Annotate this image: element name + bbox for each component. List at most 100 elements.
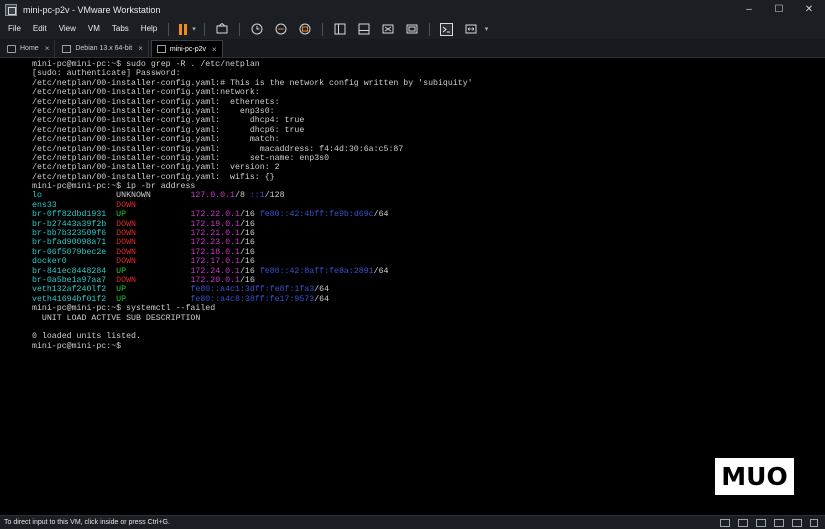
terminal-text: /16 bbox=[239, 257, 255, 267]
cd-dvd-icon[interactable] bbox=[738, 519, 748, 527]
terminal-line: [sudo: authenticate] Password: bbox=[32, 69, 473, 78]
close-button[interactable]: ✕ bbox=[794, 0, 824, 19]
snapshot-manager-icon[interactable] bbox=[296, 20, 314, 38]
terminal-text: ens33 bbox=[32, 200, 117, 210]
terminal-line: lo UNKNOWN 127.0.0.1/8 ::1/128 bbox=[32, 191, 473, 200]
terminal-text: DOWN bbox=[116, 219, 191, 229]
message-log-icon[interactable] bbox=[810, 519, 818, 527]
pause-vm-icon[interactable] bbox=[177, 23, 190, 36]
toolbar-separator bbox=[428, 22, 430, 36]
menu-view[interactable]: View bbox=[53, 19, 82, 39]
terminal-line: br-b27443a39f2b DOWN 172.19.0.1/16 bbox=[32, 220, 473, 229]
terminal-text: 172.22.0.1 bbox=[190, 210, 240, 220]
network-adapter-icon[interactable] bbox=[756, 519, 766, 527]
tab-mini-pc-p2v[interactable]: mini-pc-p2v × bbox=[150, 40, 223, 57]
terminal-line: /etc/netplan/00-installer-config.yaml:# … bbox=[32, 79, 473, 88]
terminal-text: /16 bbox=[239, 210, 260, 220]
terminal-line: mini-pc@mini-pc:~$ sudo grep -R . /etc/n… bbox=[32, 60, 473, 69]
terminal-text: mini-pc@mini-pc:~$ ip -br address bbox=[32, 182, 196, 192]
terminal-line: /etc/netplan/00-installer-config.yaml: w… bbox=[32, 173, 473, 182]
terminal-line: UNIT LOAD ACTIVE SUB DESCRIPTION bbox=[32, 314, 473, 323]
terminal-text: /etc/netplan/00-installer-config.yaml: m… bbox=[32, 135, 280, 145]
toolbar-separator bbox=[238, 22, 240, 36]
terminal-text: 172.18.0.1 bbox=[190, 247, 240, 257]
tab-home[interactable]: Home × bbox=[2, 40, 56, 57]
window-title: mini-pc-p2v - VMware Workstation bbox=[23, 4, 161, 15]
terminal-text: DOWN bbox=[116, 200, 136, 210]
vmware-app-icon bbox=[5, 3, 17, 16]
menu-file[interactable]: File bbox=[0, 19, 27, 39]
terminal-text: /16 bbox=[239, 247, 255, 257]
terminal-line: /etc/netplan/00-installer-config.yaml: d… bbox=[32, 116, 473, 125]
thumbnail-view-icon[interactable] bbox=[355, 20, 373, 38]
terminal-text: /16 bbox=[239, 219, 255, 229]
terminal-text: mini-pc@mini-pc:~$ sudo grep -R . /etc/n… bbox=[32, 60, 260, 69]
terminal-text: DOWN bbox=[116, 257, 191, 267]
display-icon[interactable] bbox=[792, 519, 802, 527]
terminal-text: veth41694bf01f2 bbox=[32, 294, 117, 304]
terminal-line: ens33 DOWN bbox=[32, 201, 473, 210]
terminal-line: docker0 DOWN 172.17.0.1/16 bbox=[32, 257, 473, 266]
tab-debian[interactable]: Debian 13.x 64-bit × bbox=[57, 40, 149, 57]
terminal-text: fe80::a4c8:38ff:fe17:9573 bbox=[190, 294, 315, 304]
terminal-text: br-bb7b323509f6 bbox=[32, 229, 117, 239]
usb-device-icon[interactable] bbox=[774, 519, 784, 527]
snapshot-icon[interactable] bbox=[248, 20, 266, 38]
full-screen-icon[interactable] bbox=[379, 20, 397, 38]
terminal-text: veth132af240lf2 bbox=[32, 285, 117, 295]
terminal-text: /etc/netplan/00-installer-config.yaml: w… bbox=[32, 172, 275, 182]
terminal-text: UP bbox=[116, 210, 191, 220]
terminal-text: /etc/netplan/00-installer-config.yaml: m… bbox=[32, 144, 404, 154]
toolbar-separator bbox=[203, 22, 205, 36]
menu-vm[interactable]: VM bbox=[82, 19, 106, 39]
status-bar: To direct input to this VM, click inside… bbox=[0, 515, 825, 529]
terminal-text: /16 bbox=[239, 229, 255, 239]
tab-close-icon[interactable]: × bbox=[45, 44, 50, 53]
tab-close-icon[interactable]: × bbox=[212, 45, 217, 54]
minimize-button[interactable]: – bbox=[734, 0, 764, 19]
terminal-text: lo bbox=[32, 191, 117, 201]
console-view-icon[interactable] bbox=[438, 20, 456, 38]
vm-console[interactable]: mini-pc@mini-pc:~$ sudo grep -R . /etc/n… bbox=[0, 58, 825, 515]
stretch-view-icon[interactable] bbox=[462, 20, 480, 38]
tab-label: Home bbox=[20, 45, 39, 52]
menu-tabs[interactable]: Tabs bbox=[106, 19, 135, 39]
terminal-text: /16 bbox=[239, 266, 260, 276]
send-ctrl-alt-del-icon[interactable] bbox=[213, 20, 231, 38]
terminal-text: fe80::42:4bff:fe9b:d69c bbox=[259, 210, 374, 220]
terminal-line: /etc/netplan/00-installer-config.yaml: m… bbox=[32, 135, 473, 144]
menu-edit[interactable]: Edit bbox=[27, 19, 53, 39]
terminal-text: 172.24.0.1 bbox=[190, 266, 240, 276]
terminal-text: br-0ff82dbd1931 bbox=[32, 210, 117, 220]
view-dropdown-icon[interactable]: ▾ bbox=[485, 25, 489, 33]
terminal-text: /etc/netplan/00-installer-config.yaml:ne… bbox=[32, 88, 260, 98]
terminal-text: ::1 bbox=[249, 191, 265, 201]
tab-close-icon[interactable]: × bbox=[138, 44, 143, 53]
terminal-text: /etc/netplan/00-installer-config.yaml: e… bbox=[32, 97, 280, 107]
terminal-text: UP bbox=[116, 294, 191, 304]
maximize-button[interactable]: ☐ bbox=[764, 0, 794, 19]
terminal-text: DOWN bbox=[116, 275, 191, 285]
vm-tab-bar: Home × Debian 13.x 64-bit × mini-pc-p2v … bbox=[0, 39, 825, 58]
unity-view-icon[interactable] bbox=[403, 20, 421, 38]
terminal-text: 172.19.0.1 bbox=[190, 219, 240, 229]
terminal-text: 172.17.0.1 bbox=[190, 257, 240, 267]
hard-disk-icon[interactable] bbox=[720, 519, 730, 527]
library-view-icon[interactable] bbox=[331, 20, 349, 38]
terminal-text: br-b27443a39f2b bbox=[32, 219, 117, 229]
terminal-line: mini-pc@mini-pc:~$ systemctl --failed bbox=[32, 304, 473, 313]
terminal-line: /etc/netplan/00-installer-config.yaml: v… bbox=[32, 163, 473, 172]
terminal-text: /128 bbox=[264, 191, 285, 201]
terminal-line: /etc/netplan/00-installer-config.yaml: e… bbox=[32, 107, 473, 116]
muo-watermark-text: MUO bbox=[721, 462, 788, 491]
terminal-text: DOWN bbox=[116, 238, 191, 248]
terminal-text: mini-pc@mini-pc:~$ systemctl --failed bbox=[32, 304, 216, 314]
terminal-line: veth41694bf01f2 UP fe80::a4c8:38ff:fe17:… bbox=[32, 295, 473, 304]
terminal-text: /etc/netplan/00-installer-config.yaml: d… bbox=[32, 125, 305, 135]
power-dropdown-icon[interactable]: ▾ bbox=[192, 25, 196, 33]
revert-snapshot-icon[interactable] bbox=[272, 20, 290, 38]
terminal-text: /etc/netplan/00-installer-config.yaml: d… bbox=[32, 116, 305, 126]
menu-help[interactable]: Help bbox=[135, 19, 163, 39]
terminal-line: /etc/netplan/00-installer-config.yaml: m… bbox=[32, 145, 473, 154]
terminal-text: UP bbox=[116, 266, 191, 276]
